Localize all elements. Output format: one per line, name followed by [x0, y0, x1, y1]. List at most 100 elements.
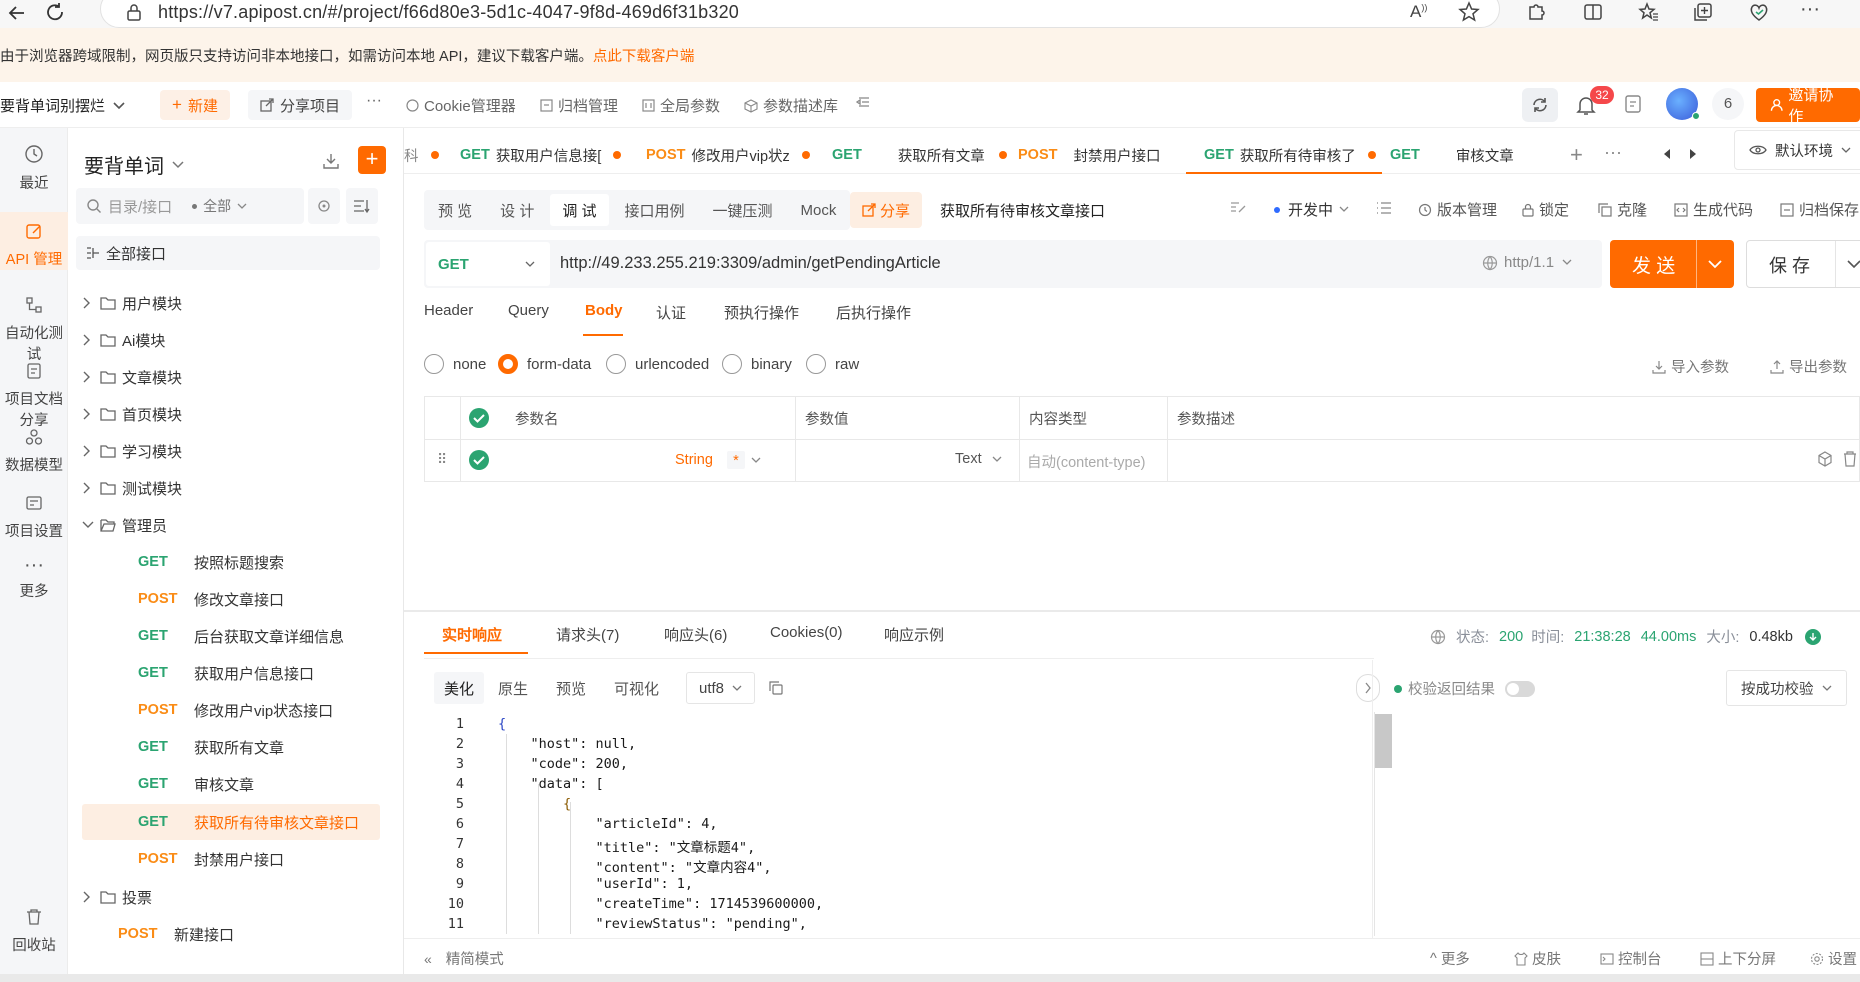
api-item[interactable]: GET 获取用户信息接口 [138, 658, 448, 688]
reload-icon[interactable] [44, 1, 66, 23]
rail-item-recycle-bin[interactable]: 回收站 [0, 908, 68, 955]
folder-article-module[interactable]: 文章模块 [82, 362, 392, 392]
folder-test-module[interactable]: 测试模块 [82, 473, 392, 503]
view-tab-raw[interactable]: 原生 [484, 678, 542, 699]
tab-response-example[interactable]: 响应示例 [884, 624, 944, 645]
response-body-editor[interactable]: 1 2 3 4 5 6 7 8 9 10 11 { "host": null, … [424, 712, 1392, 936]
sync-button[interactable] [1522, 88, 1558, 122]
cookie-manager-button[interactable]: Cookie管理器 [406, 95, 516, 116]
rail-item-auto-test[interactable]: 自动化测试 [0, 296, 68, 364]
tab-body[interactable]: Body [585, 302, 623, 319]
locate-button[interactable] [308, 188, 340, 224]
param-type-select[interactable]: String * [675, 451, 761, 469]
radio-urlencoded[interactable]: urlencoded [606, 354, 709, 374]
folder-ai-module[interactable]: Ai模块 [82, 325, 392, 355]
method-select[interactable]: GET [426, 242, 550, 286]
clone-button[interactable]: 克隆 [1598, 199, 1647, 220]
read-aloud-icon[interactable]: A)) [1410, 2, 1427, 22]
simple-mode-button[interactable]: « 精简模式 [424, 948, 504, 969]
console-button[interactable]: 控制台 [1600, 948, 1662, 969]
rail-item-data-model[interactable]: 数据模型 [0, 428, 68, 475]
send-button[interactable]: 发 送 [1610, 240, 1734, 288]
validate-mode-select[interactable]: 按成功校验 [1726, 670, 1847, 706]
tree-search[interactable]: 目录/接口 全部 [76, 188, 304, 224]
import-params-button[interactable]: 导入参数 [1652, 356, 1729, 377]
archive-manager-button[interactable]: 归档管理 [540, 95, 618, 116]
share-api-button[interactable]: 分享 [850, 192, 923, 228]
export-params-button[interactable]: 导出参数 [1770, 356, 1847, 377]
share-project-button[interactable]: 分享项目 [248, 90, 353, 120]
param-value-input[interactable] [805, 443, 955, 477]
more-button[interactable]: ^ 更多 [1430, 948, 1470, 969]
tab-live-response[interactable]: 实时响应 [442, 624, 502, 645]
protocol-select[interactable]: http/1.1 [1482, 254, 1572, 271]
generate-code-button[interactable]: 生成代码 [1674, 199, 1753, 220]
tab-cookies[interactable]: Cookies(0) [770, 624, 843, 641]
validate-response-toggle[interactable]: 校验返回结果 [1394, 678, 1535, 699]
tab-item[interactable]: GET 获取用户信息接[ [460, 136, 622, 174]
expand-panel-button[interactable] [1356, 674, 1380, 702]
mode-tab-design[interactable]: 设 计 [488, 194, 546, 226]
favorite-star-icon[interactable] [1458, 1, 1480, 23]
tab-pre-script[interactable]: 预执行操作 [724, 302, 799, 323]
view-tab-visualize[interactable]: 可视化 [600, 678, 673, 699]
api-item[interactable]: GET 按照标题搜索 [138, 547, 448, 577]
project-switcher[interactable]: 要背单词别摆烂 [0, 95, 125, 116]
outline-icon[interactable] [1376, 201, 1392, 215]
environment-select[interactable]: 默认环境 [1734, 130, 1860, 170]
document-icon[interactable] [1624, 94, 1642, 114]
sort-button[interactable] [346, 188, 378, 224]
radio-form-data[interactable]: form-data [498, 354, 591, 374]
tab-response-headers[interactable]: 响应头(6) [664, 624, 727, 645]
mode-tab-preview[interactable]: 预 览 [426, 194, 484, 226]
add-api-button[interactable]: + [358, 146, 386, 174]
invite-button[interactable]: 邀请协作 [1756, 87, 1860, 125]
api-item[interactable]: POST 封禁用户接口 [138, 844, 448, 874]
radio-raw[interactable]: raw [806, 354, 859, 374]
cube-icon[interactable] [1817, 451, 1833, 467]
tab-more-icon[interactable]: ··· [1604, 142, 1622, 163]
member-count[interactable]: 6 [1712, 88, 1744, 120]
scrollbar-track[interactable] [1374, 712, 1392, 936]
browser-menu-icon[interactable]: ··· [1800, 0, 1820, 21]
add-tab-icon[interactable]: + [1570, 142, 1583, 168]
rail-item-more[interactable]: ··· 更多 [0, 555, 68, 601]
radio-binary[interactable]: binary [722, 354, 792, 374]
api-item[interactable]: GET 后台获取文章详细信息 [138, 621, 448, 651]
tab-query[interactable]: Query [508, 302, 549, 319]
new-button[interactable]: + 新建 [160, 90, 230, 120]
mode-tab-stress-test[interactable]: 一键压测 [701, 194, 785, 226]
folder-vote[interactable]: 投票 [82, 882, 392, 912]
settings-button[interactable]: 设置 [1810, 948, 1857, 969]
view-tab-pretty[interactable]: 美化 [434, 672, 485, 704]
chevron-down-icon[interactable] [1847, 260, 1860, 269]
folder-study-module[interactable]: 学习模块 [82, 436, 392, 466]
search-input[interactable]: 目录/接口 [108, 196, 172, 217]
delete-row-icon[interactable] [1843, 451, 1857, 467]
radio-none[interactable]: none [424, 354, 486, 374]
project-title[interactable]: 要背单词 [84, 150, 184, 179]
value-type-select[interactable]: Text [955, 451, 1002, 467]
api-item-selected[interactable]: GET 获取所有待审核文章接口 [138, 807, 448, 837]
folder-home-module[interactable]: 首页模块 [82, 399, 392, 429]
required-marker[interactable]: * [726, 451, 745, 469]
more-menu-icon[interactable]: ··· [366, 92, 382, 110]
tab-item[interactable]: GET 获取所有文章 [832, 136, 1007, 174]
status-select[interactable]: 开发中 [1274, 199, 1349, 220]
tab-header[interactable]: Header [424, 302, 473, 319]
global-params-button[interactable]: 全局参数 [642, 95, 720, 116]
back-icon[interactable] [6, 2, 28, 24]
param-library-button[interactable]: 参数描述库 [744, 95, 838, 116]
filter-select[interactable]: 全部 [192, 196, 247, 216]
tab-item[interactable]: 科 [404, 136, 439, 174]
rail-item-project-settings[interactable]: 项目设置 [0, 494, 68, 541]
download-icon[interactable] [1804, 628, 1821, 645]
drag-handle-icon[interactable]: ⠿ [437, 451, 447, 468]
tab-post-script[interactable]: 后执行操作 [836, 302, 911, 323]
split-screen-icon[interactable] [1582, 1, 1604, 23]
archive-save-button[interactable]: 归档保存 [1780, 199, 1859, 220]
toggle-switch[interactable] [1505, 680, 1535, 697]
tab-request-headers[interactable]: 请求头(7) [556, 624, 619, 645]
skin-button[interactable]: 皮肤 [1514, 948, 1561, 969]
api-item-new[interactable]: POST 新建接口 [118, 919, 428, 949]
